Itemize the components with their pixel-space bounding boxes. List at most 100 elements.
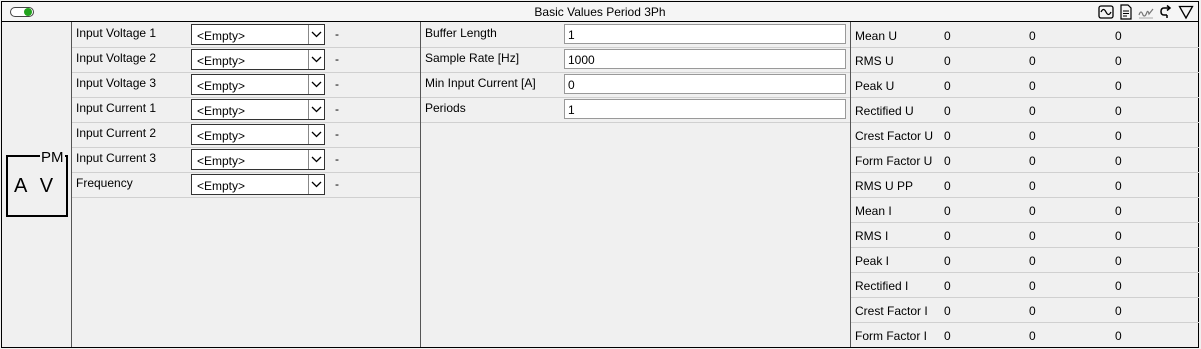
document-icon[interactable] — [1118, 4, 1134, 20]
param-row: Periods 1 — [421, 97, 850, 123]
select-value: <Empty> — [197, 179, 246, 193]
input-select[interactable]: <Empty> — [191, 174, 325, 195]
result-value-2: 0 — [1029, 254, 1036, 268]
input-row: Input Current 3 <Empty> - — [72, 147, 420, 173]
param-input[interactable]: 0 — [564, 74, 846, 94]
result-row: Crest Factor U 0 0 0 — [851, 122, 1199, 148]
chevron-down-icon[interactable] — [308, 25, 324, 44]
result-row: Mean U 0 0 0 — [851, 22, 1199, 48]
result-label: Crest Factor I — [855, 304, 928, 318]
param-input[interactable]: 1000 — [564, 49, 846, 69]
inputs-column: Input Voltage 1 <Empty> - Input Voltage … — [72, 22, 421, 347]
chevron-down-icon[interactable] — [308, 175, 324, 194]
result-label: Rectified I — [855, 279, 909, 293]
result-row: Rectified U 0 0 0 — [851, 97, 1199, 123]
input-label: Frequency — [76, 176, 133, 190]
result-label: RMS I — [855, 229, 889, 243]
chevron-down-icon[interactable] — [308, 100, 324, 119]
result-value-2: 0 — [1029, 279, 1036, 293]
result-value-3: 0 — [1115, 54, 1122, 68]
result-value-2: 0 — [1029, 179, 1036, 193]
result-value-2: 0 — [1029, 204, 1036, 218]
result-value-1: 0 — [944, 204, 951, 218]
result-value-3: 0 — [1115, 104, 1122, 118]
input-row: Input Voltage 3 <Empty> - — [72, 72, 420, 98]
input-select[interactable]: <Empty> — [191, 49, 325, 70]
select-value: <Empty> — [197, 54, 246, 68]
title-bar: Basic Values Period 3Ph — [1, 1, 1199, 22]
result-value-2: 0 — [1029, 304, 1036, 318]
main-panel: PM A V Input Voltage 1 <Empty> - Input V… — [1, 22, 1199, 348]
input-select[interactable]: <Empty> — [191, 149, 325, 170]
chevron-down-icon[interactable] — [308, 125, 324, 144]
select-value: <Empty> — [197, 129, 246, 143]
chevron-down-icon[interactable] — [308, 75, 324, 94]
result-value-1: 0 — [944, 104, 951, 118]
param-label: Periods — [425, 101, 466, 115]
select-value: <Empty> — [197, 154, 246, 168]
result-value-1: 0 — [944, 54, 951, 68]
param-value: 1 — [568, 103, 575, 117]
param-input[interactable]: 1 — [564, 24, 846, 44]
result-label: Form Factor I — [855, 329, 928, 343]
signature-icon[interactable] — [1138, 4, 1154, 20]
result-row: Peak I 0 0 0 — [851, 247, 1199, 273]
input-select[interactable]: <Empty> — [191, 99, 325, 120]
result-value-1: 0 — [944, 254, 951, 268]
result-value-1: 0 — [944, 229, 951, 243]
logo-column: PM A V — [2, 22, 72, 347]
input-label: Input Current 2 — [76, 126, 157, 140]
input-status: - — [335, 52, 339, 66]
parameters-column: Buffer Length 1 Sample Rate [Hz] 1000 Mi… — [421, 22, 851, 347]
result-label: Form Factor U — [855, 154, 933, 168]
result-row: Form Factor I 0 0 0 — [851, 322, 1199, 347]
param-label: Min Input Current [A] — [425, 76, 536, 90]
result-label: Peak U — [855, 79, 895, 93]
result-value-2: 0 — [1029, 104, 1036, 118]
input-status: - — [335, 127, 339, 141]
result-value-3: 0 — [1115, 329, 1122, 343]
result-value-2: 0 — [1029, 79, 1036, 93]
input-label: Input Current 3 — [76, 151, 157, 165]
result-value-2: 0 — [1029, 129, 1036, 143]
param-row: Min Input Current [A] 0 — [421, 72, 850, 98]
chevron-down-icon[interactable] — [308, 150, 324, 169]
chevron-down-icon[interactable] — [308, 50, 324, 69]
param-label: Buffer Length — [425, 26, 497, 40]
result-value-3: 0 — [1115, 304, 1122, 318]
result-value-3: 0 — [1115, 179, 1122, 193]
result-value-3: 0 — [1115, 154, 1122, 168]
input-status: - — [335, 77, 339, 91]
redo-arrow-icon[interactable] — [1158, 4, 1174, 20]
select-value: <Empty> — [197, 29, 246, 43]
input-select[interactable]: <Empty> — [191, 74, 325, 95]
result-value-2: 0 — [1029, 54, 1036, 68]
param-row: Sample Rate [Hz] 1000 — [421, 47, 850, 73]
result-label: RMS U PP — [855, 179, 914, 193]
result-value-1: 0 — [944, 29, 951, 43]
logo-top-label: PM — [40, 149, 65, 166]
input-row: Input Voltage 1 <Empty> - — [72, 22, 420, 48]
input-select[interactable]: <Empty> — [191, 24, 325, 45]
result-value-3: 0 — [1115, 29, 1122, 43]
result-value-3: 0 — [1115, 254, 1122, 268]
result-label: Mean U — [855, 29, 898, 43]
result-value-3: 0 — [1115, 79, 1122, 93]
result-row: Rectified I 0 0 0 — [851, 272, 1199, 298]
param-input[interactable]: 1 — [564, 99, 846, 119]
waveform-icon[interactable] — [1098, 4, 1114, 20]
input-label: Input Voltage 1 — [76, 26, 157, 40]
param-label: Sample Rate [Hz] — [425, 51, 520, 65]
input-row: Input Voltage 2 <Empty> - — [72, 47, 420, 73]
result-row: Peak U 0 0 0 — [851, 72, 1199, 98]
filter-icon[interactable] — [1178, 4, 1194, 20]
input-label: Input Voltage 2 — [76, 51, 157, 65]
result-label: Rectified U — [855, 104, 914, 118]
result-value-1: 0 — [944, 129, 951, 143]
input-select[interactable]: <Empty> — [191, 124, 325, 145]
result-value-2: 0 — [1029, 29, 1036, 43]
toolbar-icons — [1098, 4, 1194, 20]
result-value-2: 0 — [1029, 154, 1036, 168]
input-row: Input Current 2 <Empty> - — [72, 122, 420, 148]
param-row: Buffer Length 1 — [421, 22, 850, 48]
